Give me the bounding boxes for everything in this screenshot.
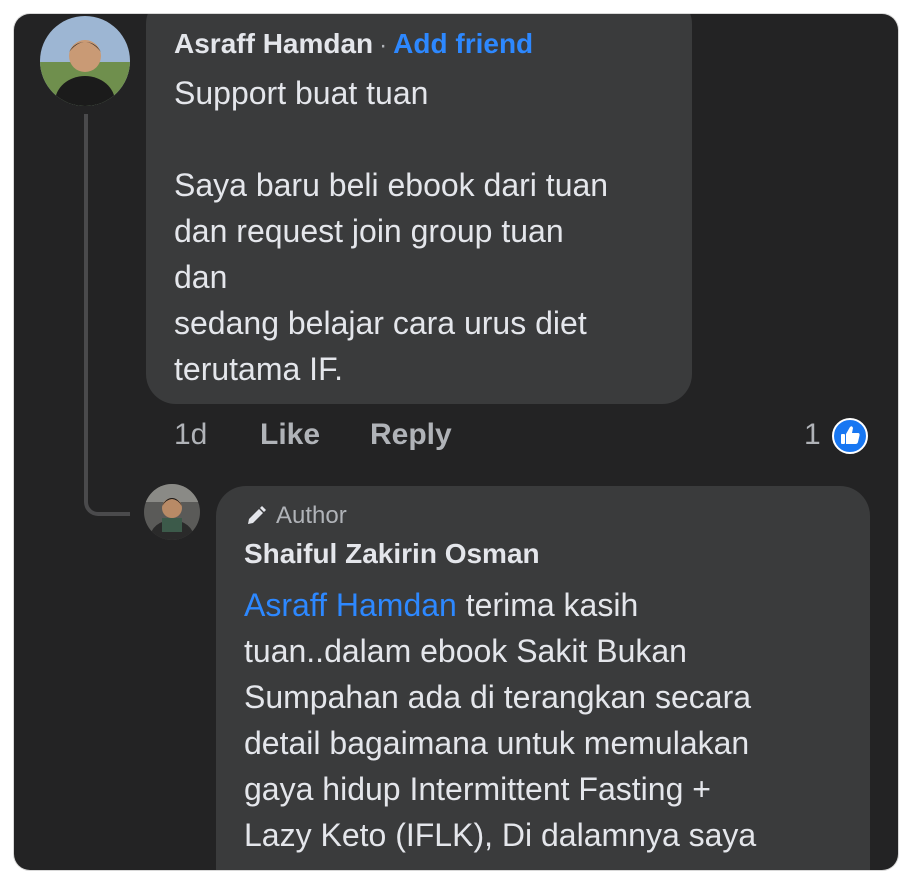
mention-link[interactable]: Asraff Hamdan xyxy=(244,587,457,623)
reply-body: terima kasih tuan..dalam ebook Sakit Buk… xyxy=(244,587,757,853)
separator-dot: · xyxy=(379,32,388,59)
reply-button[interactable]: Reply xyxy=(370,418,452,452)
comment-author-name[interactable]: Asraff Hamdan xyxy=(174,28,373,60)
avatar[interactable] xyxy=(40,16,130,106)
author-badge-label: Author xyxy=(276,502,347,529)
comment-author-row: Asraff Hamdan · Add friend xyxy=(174,28,533,60)
comment-text: Support buat tuan Saya baru beli ebook d… xyxy=(174,75,609,387)
like-button[interactable]: Like xyxy=(260,418,320,452)
reply-text: Asraff Hamdan terima kasih tuan..dalam e… xyxy=(244,582,854,858)
thread-connector-line xyxy=(84,114,130,516)
author-badge: Author xyxy=(244,502,347,530)
reply-author-name[interactable]: Shaiful Zakirin Osman xyxy=(244,538,540,570)
add-friend-link[interactable]: Add friend xyxy=(393,28,533,60)
reaction-count[interactable]: 1 xyxy=(804,418,821,452)
comment-timestamp[interactable]: 1d xyxy=(174,418,207,452)
thumbs-up-icon[interactable] xyxy=(832,418,868,454)
comment-thread: Asraff Hamdan · Add friend Support buat … xyxy=(14,14,898,870)
pencil-icon xyxy=(248,506,266,524)
avatar[interactable] xyxy=(144,484,200,540)
